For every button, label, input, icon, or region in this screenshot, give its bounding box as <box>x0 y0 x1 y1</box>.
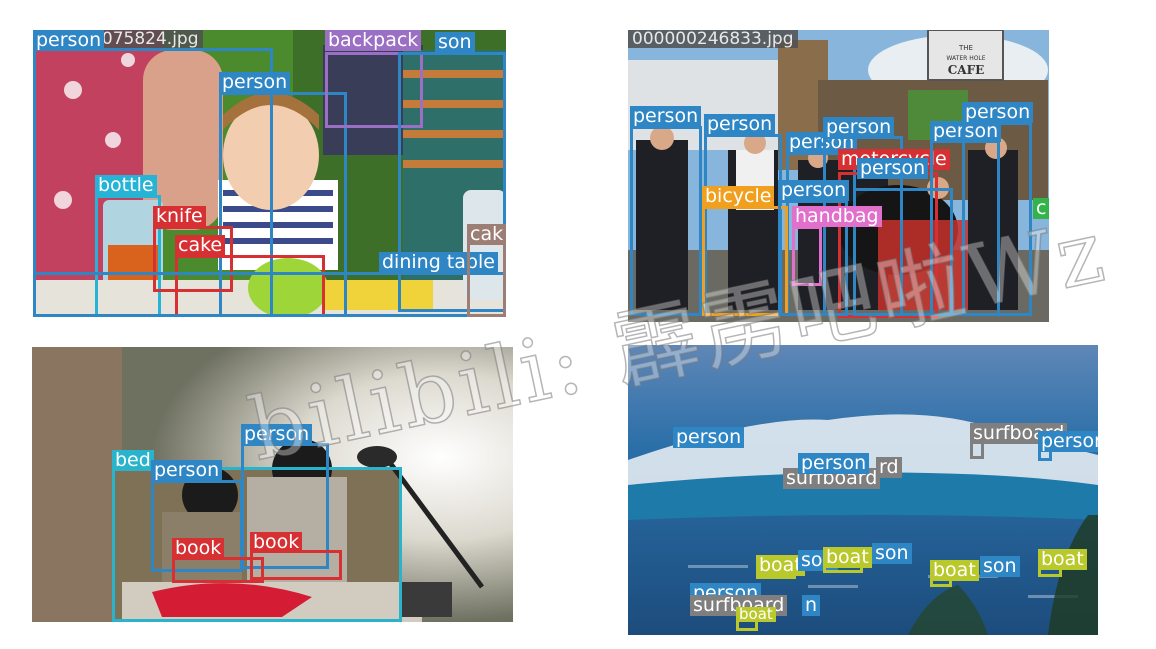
detection-label: bed <box>112 450 154 471</box>
detection-label: person <box>823 117 895 138</box>
detection-label: cake <box>175 235 226 256</box>
detection-label: person <box>219 72 291 93</box>
detection-panel-cafe-group: THE WATER HOLE CAFE 000000246833.jpg per… <box>628 30 1049 322</box>
detection-label: person <box>704 114 776 135</box>
panel-filename: 000000246833.jpg <box>628 30 798 48</box>
detection-label: boat <box>1038 549 1087 570</box>
detection-label: backpack <box>325 30 422 51</box>
detection-panel-kid-kitchen: 000000075824.jpg person person backpack … <box>33 30 506 317</box>
detection-label: boat <box>930 560 979 581</box>
bbox-dining-table <box>33 272 506 317</box>
detection-label: bicycle <box>702 186 775 207</box>
bbox-person <box>630 126 702 316</box>
detection-panel-surf-wave: person surfboard person surfboard rd per… <box>628 345 1098 635</box>
detection-label: son <box>980 556 1020 577</box>
cafe-sign-line: WATER HOLE <box>946 55 985 62</box>
detection-label: book <box>172 538 225 559</box>
detection-label: person <box>33 30 105 51</box>
detection-label: son <box>872 543 912 564</box>
detection-label: n <box>802 595 821 616</box>
detection-label: person <box>151 460 223 481</box>
bbox-handbag <box>792 226 822 286</box>
detection-label: person <box>630 106 702 127</box>
detection-label: person <box>778 180 850 201</box>
detection-label: person <box>798 453 870 474</box>
detection-label: c <box>1033 198 1049 219</box>
bbox-bicycle <box>702 206 788 316</box>
cafe-sign-line: CAFE <box>948 63 985 77</box>
bbox-book <box>250 550 342 580</box>
detection-label: knife <box>153 206 206 227</box>
detection-label: person <box>962 102 1034 123</box>
detection-label: person <box>1038 431 1098 452</box>
detection-label: book <box>250 532 303 553</box>
bbox-person <box>962 122 1032 316</box>
detection-label: person <box>241 424 313 445</box>
detection-label: boat <box>823 547 872 568</box>
bbox-cake <box>467 240 506 317</box>
detection-label: rd <box>876 457 902 478</box>
cafe-sign-line: THE <box>958 44 973 52</box>
detection-label: son <box>435 32 475 53</box>
detection-panel-kids-reading: bed person person book book <box>32 347 513 622</box>
detection-label: person <box>857 158 929 179</box>
detection-label: bottle <box>95 175 157 196</box>
detection-label: boat <box>736 607 776 622</box>
detection-label: handbag <box>792 206 882 227</box>
detection-label: person <box>673 427 745 448</box>
detection-label: cak <box>467 224 506 245</box>
